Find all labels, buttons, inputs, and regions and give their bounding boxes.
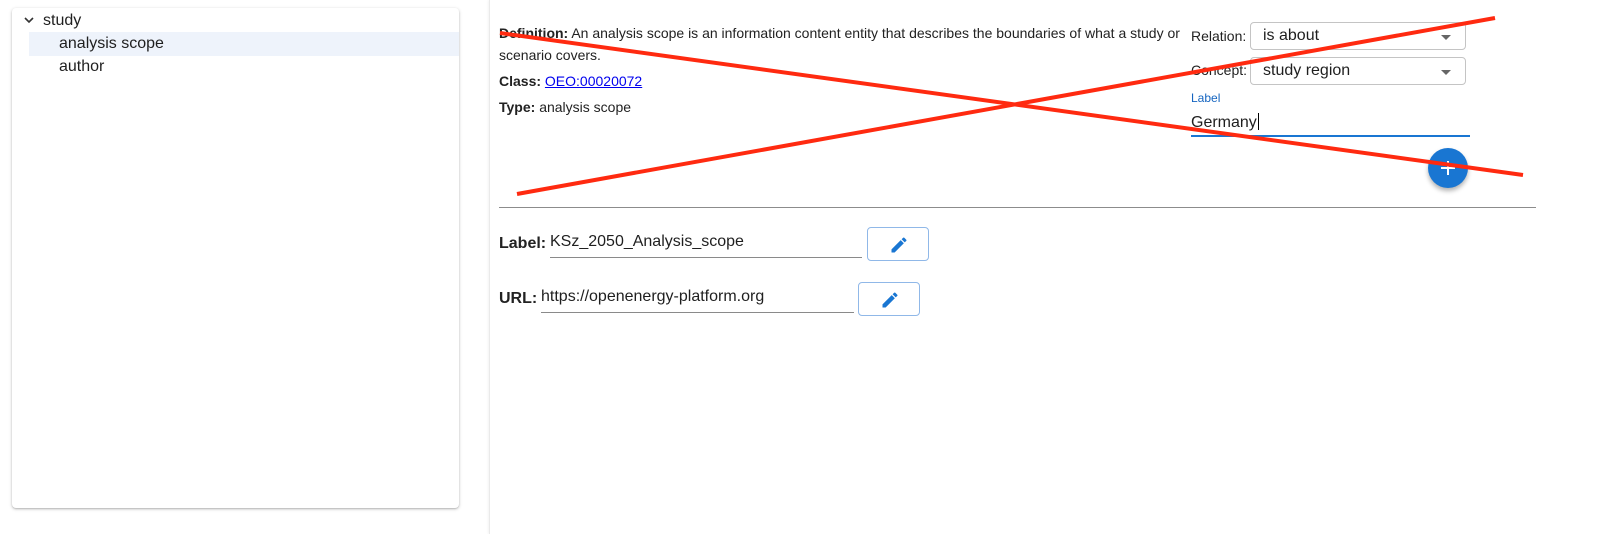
type-line: Type: analysis scope bbox=[499, 96, 631, 118]
definition-value-line1: An analysis scope is an information cont… bbox=[571, 25, 1180, 41]
type-value: analysis scope bbox=[539, 99, 632, 115]
section-divider bbox=[499, 207, 1536, 208]
type-label: Type: bbox=[499, 99, 536, 115]
class-line: Class: OEO:00020072 bbox=[499, 70, 642, 92]
url-property-caption: URL: bbox=[499, 290, 538, 307]
text-cursor bbox=[1257, 113, 1259, 130]
label-property-input[interactable]: KSz_2050_Analysis_scope bbox=[550, 228, 862, 258]
relation-value: is about bbox=[1263, 27, 1320, 44]
edit-url-button[interactable] bbox=[858, 282, 920, 316]
relation-label: Relation: bbox=[1191, 28, 1247, 44]
add-button[interactable] bbox=[1428, 148, 1468, 188]
pencil-icon bbox=[882, 292, 898, 308]
detail-panel: Definition: An analysis scope is an info… bbox=[489, 0, 1600, 534]
definition-value-line2: scenario covers. bbox=[499, 47, 601, 63]
caret-down-icon bbox=[1441, 35, 1451, 40]
edit-label-button[interactable] bbox=[867, 227, 929, 261]
label-field-caption: Label bbox=[1191, 91, 1221, 105]
concept-select[interactable]: study region bbox=[1250, 57, 1466, 85]
tree-item-label: analysis scope bbox=[59, 35, 164, 52]
tree-item-analysis-scope[interactable]: analysis scope bbox=[29, 32, 459, 56]
definition-text: Definition: An analysis scope is an info… bbox=[499, 22, 1180, 44]
concept-value: study region bbox=[1263, 62, 1351, 79]
tree-node-study[interactable]: study bbox=[12, 10, 459, 32]
concept-label: Concept: bbox=[1191, 62, 1248, 78]
pencil-icon bbox=[891, 237, 907, 253]
label-input-text: Germany bbox=[1191, 114, 1257, 131]
label-property-caption: Label: bbox=[499, 235, 547, 252]
tree-item-author[interactable]: author bbox=[29, 55, 459, 79]
relation-select[interactable]: is about bbox=[1250, 22, 1466, 50]
chevron-down-icon[interactable] bbox=[22, 13, 36, 27]
tree-node-label: study bbox=[43, 12, 82, 29]
label-input-value: Germany bbox=[1191, 113, 1259, 132]
url-property-value: https://openenergy-platform.org bbox=[541, 288, 765, 305]
tree-item-label: author bbox=[59, 58, 105, 75]
label-property-value: KSz_2050_Analysis_scope bbox=[550, 233, 744, 250]
class-link[interactable]: OEO:00020072 bbox=[545, 73, 642, 89]
caret-down-icon bbox=[1441, 70, 1451, 75]
class-label: Class: bbox=[499, 73, 542, 89]
url-property-input[interactable]: https://openenergy-platform.org bbox=[541, 283, 854, 313]
plus-icon-stroke bbox=[1447, 161, 1449, 175]
tree-panel: study analysis scope author bbox=[12, 8, 459, 508]
definition-label: Definition: bbox=[499, 25, 569, 41]
definition-text-continued: scenario covers. bbox=[499, 44, 601, 66]
label-input[interactable]: Germany bbox=[1191, 111, 1470, 137]
